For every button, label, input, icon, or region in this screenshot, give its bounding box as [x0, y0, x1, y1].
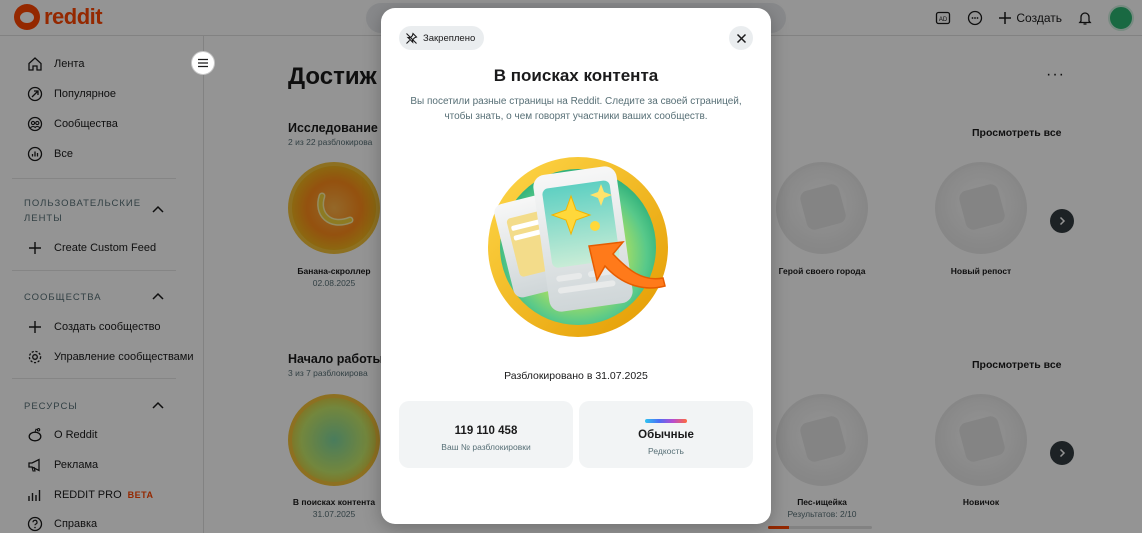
rarity-value: Обычные	[638, 429, 694, 441]
collapse-sidebar-button[interactable]	[191, 51, 215, 75]
pinned-chip[interactable]: Закреплено	[399, 26, 485, 50]
achievement-title: В поисках контента	[493, 66, 659, 85]
menu-icon	[198, 58, 208, 68]
unlocked-date: Разблокировано в 31.07.2025	[504, 370, 648, 382]
rarity-label: Редкость	[648, 446, 684, 456]
close-button[interactable]	[729, 26, 753, 50]
unlock-number-label: Ваш № разблокировки	[441, 442, 531, 452]
unlock-number: 119 110 458	[454, 425, 518, 437]
pinned-label: Закреплено	[423, 32, 476, 44]
achievement-badge-large	[488, 157, 668, 337]
pin-off-icon	[406, 31, 418, 44]
close-icon	[736, 33, 746, 43]
achievement-description: Вы посетили разные страницы на Reddit. С…	[410, 96, 742, 122]
rarity-card: Обычные Редкость	[579, 401, 753, 468]
rarity-gradient-bar	[645, 419, 687, 423]
unlock-number-card: 119 110 458 Ваш № разблокировки	[399, 401, 573, 468]
achievement-modal: Закреплено В поисках контента Вы посетил…	[381, 8, 771, 524]
